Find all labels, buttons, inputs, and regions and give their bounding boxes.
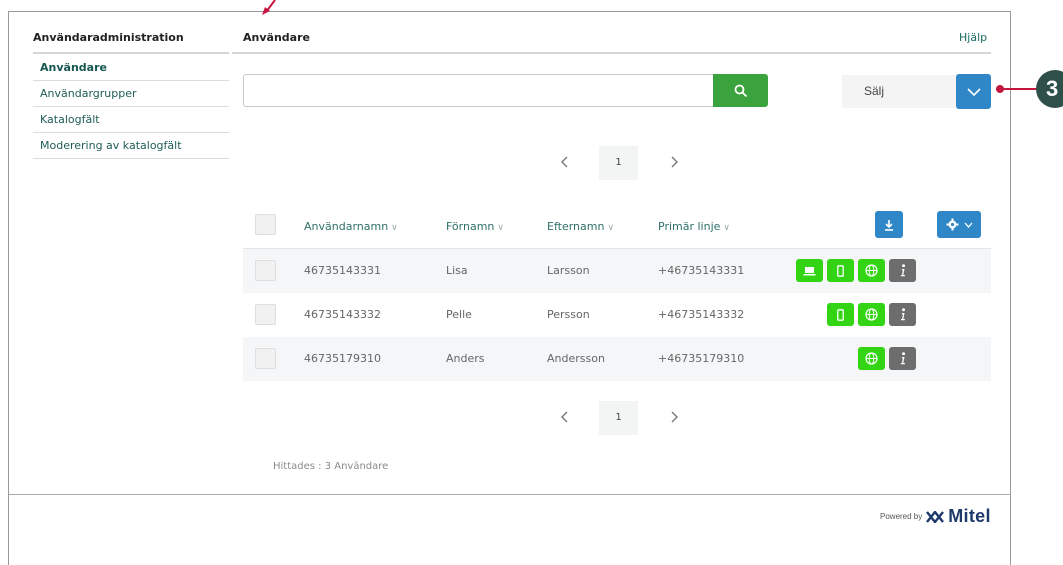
column-header-username[interactable]: Användarnamn ∨ [304,220,398,233]
download-button[interactable] [875,211,903,238]
sidebar-item-anvandargrupper[interactable]: Användargrupper [33,81,229,107]
chevron-right-icon [671,411,678,423]
info-icon[interactable] [889,259,916,282]
chevron-down-icon: ∨ [497,223,504,233]
cell-firstname: Lisa [446,264,468,277]
row-checkbox[interactable] [255,304,276,325]
pagination-top: 1 [552,146,692,180]
annotation-arrow-icon [262,0,276,15]
search-input[interactable] [243,74,713,107]
info-icon[interactable] [889,347,916,370]
sidebar-item-moderering[interactable]: Moderering av katalogfält [33,133,229,159]
table-row[interactable]: 46735179310 Anders Andersson +4673517931… [243,337,991,381]
cell-primary-line: +46735143331 [658,264,745,277]
sidebar-divider [33,52,229,54]
mitel-logo-icon [926,510,945,523]
results-count: Hittades : 3 Användare [273,461,389,472]
brand-name: Mitel [948,506,991,526]
table-row[interactable]: 46735143331 Lisa Larsson +46735143331 [243,249,991,293]
cell-primary-line: +46735179310 [658,352,745,365]
row-checkbox[interactable] [255,348,276,369]
cell-username: 46735143332 [304,308,381,321]
chevron-left-icon [561,411,568,423]
page-number[interactable]: 1 [599,146,638,180]
footer-divider [9,494,1011,495]
cell-username: 46735143331 [304,264,381,277]
globe-icon[interactable] [858,347,885,370]
sidebar-item-katalogfalt[interactable]: Katalogfält [33,107,229,133]
powered-by-label: Powered by [880,512,923,521]
callout-line [996,88,1038,90]
callout-badge: 3 [1036,70,1063,108]
column-label: Primär linje [658,220,721,233]
row-checkbox[interactable] [255,260,276,281]
laptop-icon[interactable] [796,259,823,282]
column-label: Förnamn [446,220,495,233]
cell-firstname: Anders [446,352,485,365]
pagination-bottom: 1 [552,401,692,435]
select-all-checkbox[interactable] [255,214,276,235]
column-label: Efternamn [547,220,605,233]
column-header-lastname[interactable]: Efternamn ∨ [547,220,614,233]
cell-lastname: Persson [547,308,590,321]
page-number[interactable]: 1 [599,401,638,435]
chevron-right-icon [671,156,678,168]
help-link[interactable]: Hjälp [959,31,987,44]
gear-icon [946,218,958,231]
sidebar-title: Användaradministration [33,31,184,44]
chevron-down-icon: ∨ [607,223,615,233]
chevron-down-icon: ∨ [391,223,398,233]
cell-username: 46735179310 [304,352,381,365]
chevron-down-icon: ∨ [723,223,730,233]
powered-by: Powered by Mitel [880,506,991,527]
mobile-icon[interactable] [827,303,854,326]
prev-page-button[interactable] [554,152,574,172]
table-row[interactable]: 46735143332 Pelle Persson +46735143332 [243,293,991,337]
search-icon [734,84,747,97]
role-select[interactable]: Sälj [842,75,956,108]
page-title: Användare [243,31,310,44]
cell-firstname: Pelle [446,308,472,321]
chevron-down-icon [964,222,972,228]
mobile-icon[interactable] [827,259,854,282]
settings-menu-button[interactable] [937,211,981,238]
cell-lastname: Andersson [547,352,605,365]
header-divider [232,52,991,54]
globe-icon[interactable] [858,259,885,282]
cell-primary-line: +46735143332 [658,308,745,321]
globe-icon[interactable] [858,303,885,326]
column-header-firstname[interactable]: Förnamn ∨ [446,220,504,233]
chevron-down-icon [966,87,981,96]
sidebar-item-anvandare[interactable]: Användare [33,55,229,81]
column-header-primary-line[interactable]: Primär linje ∨ [658,220,730,233]
cell-lastname: Larsson [547,264,590,277]
download-icon [885,219,893,231]
search-button[interactable] [713,74,768,107]
column-label: Användarnamn [304,220,389,233]
select-dropdown-button[interactable] [956,74,991,109]
next-page-button[interactable] [665,152,685,172]
next-page-button[interactable] [665,407,685,427]
info-icon[interactable] [889,303,916,326]
prev-page-button[interactable] [554,407,574,427]
chevron-left-icon [561,156,568,168]
